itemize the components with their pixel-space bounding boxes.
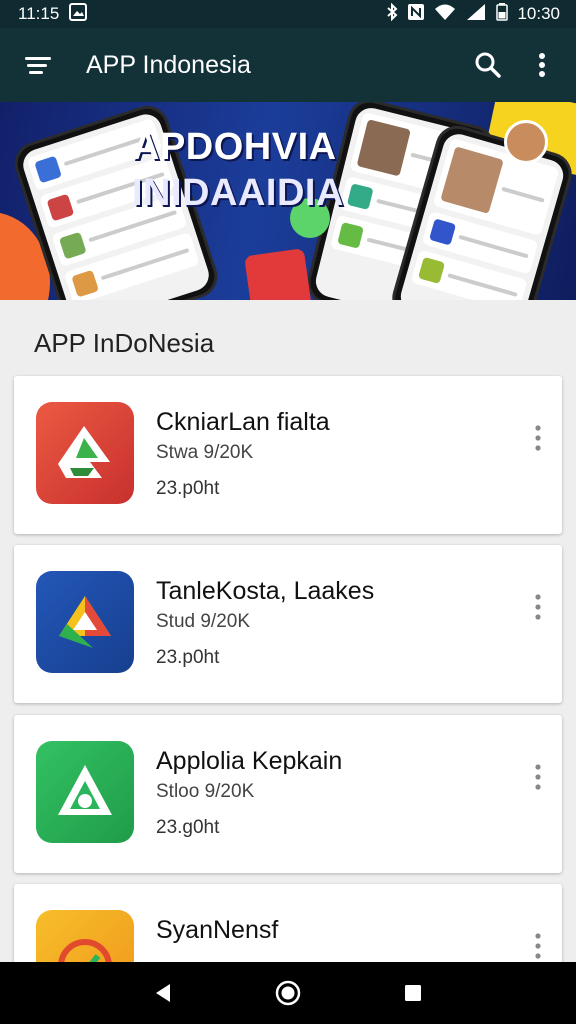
signal-icon — [465, 3, 487, 26]
app-size: 23.p0ht — [156, 478, 220, 499]
banner-headline-line1: APDOHVIA — [132, 126, 337, 168]
banner-headline-line2: INIDAAIDIA — [132, 172, 344, 214]
home-icon[interactable] — [268, 973, 308, 1013]
more-vert-icon[interactable] — [528, 928, 548, 964]
app-size: 23.g0ht — [156, 817, 220, 838]
promo-banner[interactable]: APDOHVIA INIDAAIDIA — [0, 102, 576, 300]
back-icon[interactable] — [143, 973, 183, 1013]
battery-icon — [496, 2, 509, 26]
recents-icon[interactable] — [393, 973, 433, 1013]
app-subtitle: Stloo 9/20K — [156, 781, 255, 802]
app-name: TanleKosta, Laakes — [156, 577, 375, 605]
more-vert-icon[interactable] — [520, 43, 564, 87]
app-title: APP Indonesia — [86, 50, 251, 79]
app-size: 23.p0ht — [156, 647, 220, 668]
system-nav-bar — [0, 962, 576, 1024]
app-bar: APP Indonesia — [0, 28, 576, 102]
app-card[interactable]: TanleKosta, Laakes Stud 9/20K 23.p0ht — [14, 545, 562, 703]
app-subtitle: Stwa 9/20K — [156, 442, 254, 463]
app-card[interactable]: Applolia Kepkain Stloo 9/20K 23.g0ht — [14, 715, 562, 873]
menu-icon[interactable] — [20, 47, 56, 83]
app-logo-icon — [36, 402, 134, 504]
app-name: Applolia Kepkain — [156, 747, 343, 775]
bluetooth-icon — [386, 2, 398, 26]
banner-sticker — [244, 248, 312, 300]
more-vert-icon[interactable] — [528, 589, 548, 625]
more-vert-icon[interactable] — [528, 420, 548, 456]
banner-headline: APDOHVIA INIDAAIDIA — [132, 124, 344, 216]
app-subtitle: Stud 9/20K — [156, 611, 251, 632]
app-name: CkniarLan fialta — [156, 408, 330, 436]
nfc-icon — [407, 3, 425, 26]
search-icon[interactable] — [466, 43, 510, 87]
app-logo-icon — [36, 571, 134, 673]
image-icon — [69, 2, 88, 26]
more-vert-icon[interactable] — [528, 759, 548, 795]
wifi-icon — [434, 3, 456, 26]
status-bar: 11:15 10:30 — [0, 0, 576, 28]
app-name: SyanNensf — [156, 916, 279, 944]
status-time-right: 10:30 — [517, 4, 560, 23]
status-time-left: 11:15 — [18, 4, 60, 23]
app-card[interactable]: CkniarLan fialta Stwa 9/20K 23.p0ht — [14, 376, 562, 534]
banner-sticker — [504, 120, 548, 164]
app-logo-icon — [36, 741, 134, 843]
section-title: APP InDoNesia — [34, 328, 215, 358]
